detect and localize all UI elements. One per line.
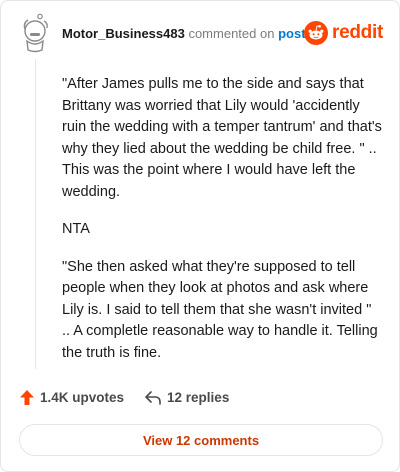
replies-button[interactable]: 12 replies [144,390,229,406]
comment-paragraph: NTA [62,221,90,237]
upvote-count: 1.4K upvotes [40,390,125,405]
comment-body: "After James pulls me to the side and sa… [62,74,382,380]
reply-arrow-icon [145,390,161,405]
comment-paragraph: "After James pulls me to the side and sa… [62,76,382,200]
reddit-brand[interactable]: reddit [304,21,383,45]
post-link[interactable]: post [278,26,305,41]
default-avatar-icon[interactable] [17,13,53,53]
comment-header: Motor_Business483 commented on post [62,25,306,43]
reddit-logo-icon [304,21,329,45]
commented-on-label: commented on [188,26,275,41]
thread-line [35,59,36,369]
comment-actions: 1.4K upvotes 12 replies [19,389,229,406]
replies-count: 12 replies [167,390,230,405]
username[interactable]: Motor_Business483 [62,26,185,41]
comment-card: Motor_Business483 commented on post redd… [0,0,400,472]
view-comments-button[interactable]: View 12 comments [19,424,383,456]
comment-paragraph: "She then asked what they're supposed to… [62,258,378,361]
upvote-arrow-icon [20,390,34,405]
upvote-button[interactable]: 1.4K upvotes [19,389,124,406]
reddit-wordmark: reddit [332,22,383,43]
